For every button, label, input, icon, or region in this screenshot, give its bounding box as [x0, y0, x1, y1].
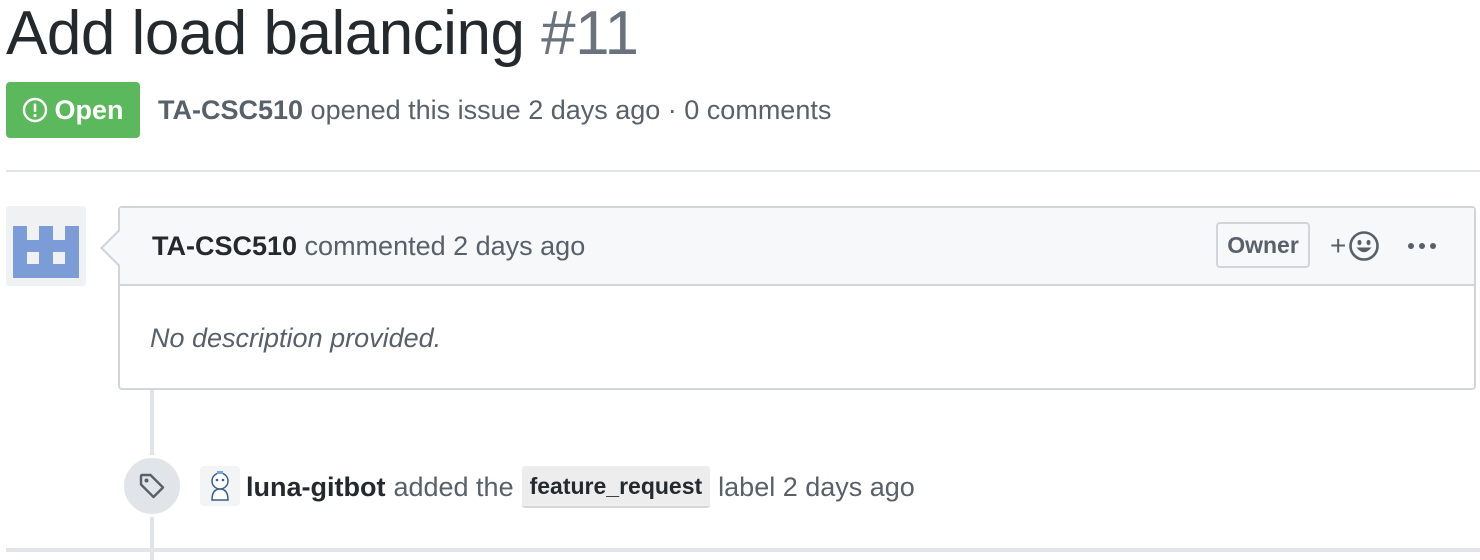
owner-badge: Owner	[1216, 222, 1310, 268]
comment-body: No description provided.	[150, 323, 442, 353]
comment-author-link[interactable]: TA-CSC510	[152, 231, 297, 261]
header-divider	[6, 170, 1480, 172]
issue-number: #11	[541, 0, 639, 68]
event-actor-link[interactable]: luna-gitbot	[246, 468, 385, 506]
plus-icon: +	[1330, 230, 1347, 261]
comment-header: TA-CSC510 commented 2 days ago Owner +	[120, 208, 1474, 286]
event-actor-avatar[interactable]	[200, 466, 240, 506]
issue-title-text: Add load balancing	[6, 0, 525, 68]
comment-header-text: TA-CSC510 commented 2 days ago	[152, 228, 585, 264]
tag-icon	[139, 473, 165, 499]
bot-avatar	[200, 466, 240, 506]
issue-author-link[interactable]: TA-CSC510	[158, 95, 303, 125]
issue-meta: TA-CSC510 opened this issue 2 days ago ·…	[158, 92, 831, 128]
more-actions-button[interactable]	[1404, 232, 1440, 260]
event-suffix-text: label 2 days ago	[718, 472, 915, 502]
issue-title: Add load balancing #11	[6, 0, 639, 70]
avatar[interactable]	[6, 206, 86, 286]
kebab-horizontal-icon	[1408, 243, 1436, 249]
comment-box: TA-CSC510 commented 2 days ago Owner + N…	[100, 206, 1476, 390]
identicon-avatar	[6, 206, 86, 286]
issue-meta-text: opened this issue 2 days ago · 0 comment…	[303, 95, 832, 125]
comment-arrow-inner	[103, 230, 121, 266]
label-pill[interactable]: feature_request	[521, 466, 711, 508]
event-badge	[121, 455, 183, 517]
bottom-divider	[6, 548, 1480, 552]
issue-state-badge: Open	[6, 82, 140, 138]
event-action-text: added the	[393, 472, 514, 502]
issue-opened-icon	[23, 97, 48, 123]
smiley-icon	[1349, 231, 1380, 261]
issue-state-label: Open	[54, 94, 124, 125]
add-reaction-button[interactable]: +	[1330, 228, 1390, 264]
comment-timestamp[interactable]: commented 2 days ago	[297, 231, 586, 261]
event-text: luna-gitbot added the feature_request la…	[246, 466, 915, 508]
